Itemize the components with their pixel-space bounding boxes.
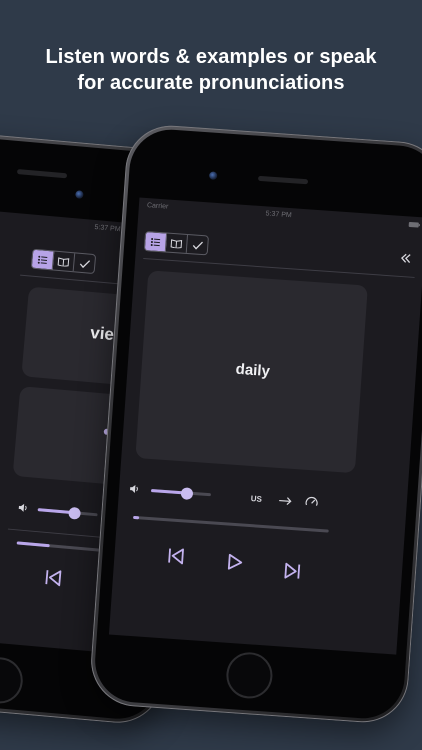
- playback-progress-fill: [133, 515, 140, 520]
- list-icon: [37, 255, 48, 264]
- volume-icon: [18, 503, 27, 512]
- status-carrier: Carrier: [146, 202, 169, 211]
- collapse-double-chevron-icon[interactable]: [399, 252, 412, 265]
- skip-back-icon[interactable]: [43, 567, 65, 589]
- headline: Listen words & examples or speak for acc…: [0, 44, 422, 96]
- volume-slider-knob[interactable]: [68, 506, 82, 520]
- play-icon[interactable]: [226, 553, 245, 572]
- mode-tabs: [30, 248, 97, 275]
- tab-list[interactable]: [31, 249, 55, 270]
- tab-check[interactable]: [187, 235, 208, 254]
- list-icon: [150, 237, 161, 246]
- tab-book[interactable]: [165, 233, 188, 253]
- status-time: 5:37 PM: [94, 223, 121, 234]
- skip-back-icon[interactable]: [166, 545, 187, 566]
- front-phone-screen: Carrier 5:37 PM daily US: [108, 197, 422, 655]
- mode-tabs: [143, 231, 210, 256]
- volume-slider[interactable]: [37, 508, 98, 517]
- headline-line-2: for accurate pronunciations: [77, 72, 345, 94]
- tab-book[interactable]: [52, 251, 76, 272]
- next-arrow-icon[interactable]: [278, 496, 293, 506]
- skip-forward-icon[interactable]: [281, 560, 302, 581]
- battery-icon: [408, 221, 421, 228]
- playback-progress-fill: [16, 541, 50, 548]
- word-text: daily: [235, 360, 271, 381]
- front-phone: Carrier 5:37 PM daily US: [88, 122, 422, 726]
- speed-gauge-icon[interactable]: [304, 495, 319, 510]
- tab-check[interactable]: [74, 253, 95, 273]
- status-time: 5:37 PM: [265, 210, 292, 220]
- check-icon: [79, 259, 90, 268]
- book-icon: [57, 256, 70, 267]
- accent-selector[interactable]: US: [250, 494, 262, 504]
- playback-progress[interactable]: [133, 515, 329, 533]
- book-icon: [170, 238, 183, 249]
- volume-icon: [130, 484, 138, 493]
- volume-slider-knob[interactable]: [180, 487, 194, 500]
- tab-list[interactable]: [144, 232, 168, 252]
- check-icon: [192, 241, 203, 250]
- headline-line-1: Listen words & examples or speak: [45, 46, 377, 68]
